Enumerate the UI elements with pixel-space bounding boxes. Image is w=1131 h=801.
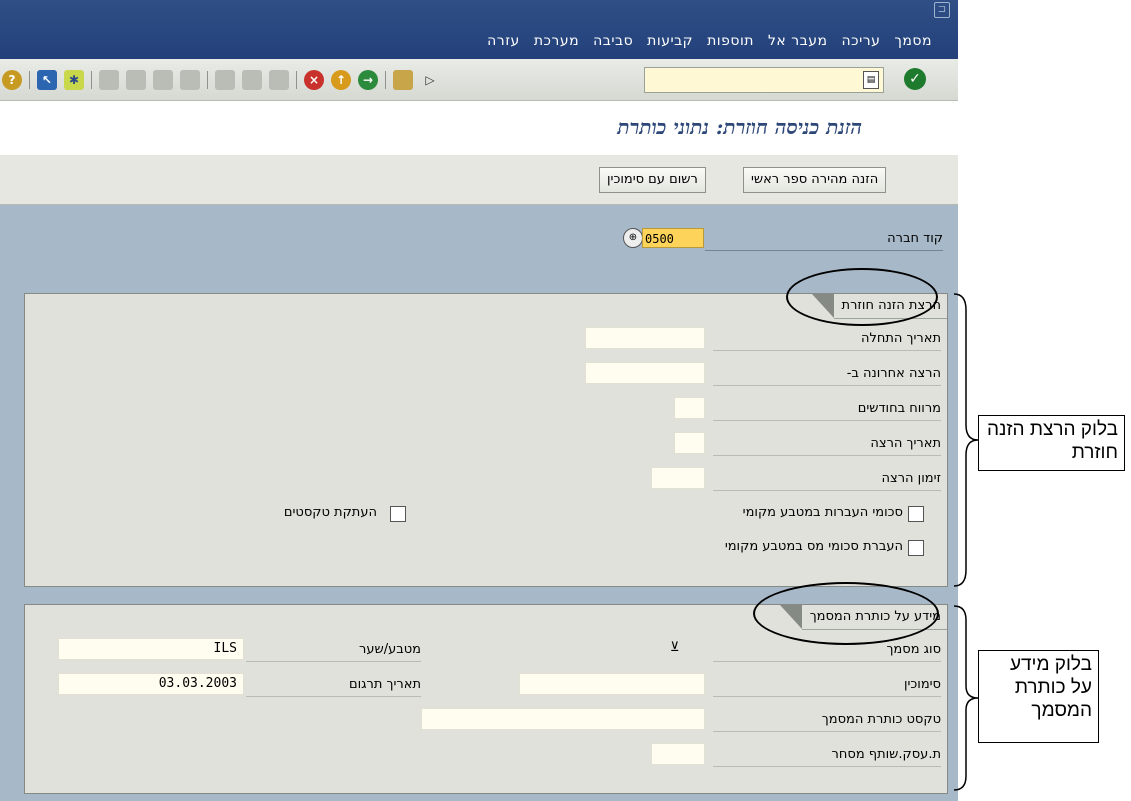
translation-date-input[interactable]: 03.03.2003: [58, 673, 244, 695]
interval-label: מרווח בחודשים: [713, 398, 941, 421]
command-field[interactable]: ▤: [644, 67, 884, 93]
toolbar-separator: [29, 71, 30, 89]
reference-label: סימוכין: [713, 674, 941, 697]
command-expand-icon[interactable]: ▷: [420, 70, 440, 90]
page-title: הזנת כניסה חוזרת: נתוני כותרת: [617, 115, 862, 139]
last-page-icon[interactable]: [99, 70, 119, 90]
last-run-label: הרצה אחרונה ב-: [713, 363, 941, 386]
title-bar: הזנת כניסה חוזרת: נתוני כותרת: [0, 101, 958, 155]
command-history-icon[interactable]: ▤: [863, 71, 879, 89]
standard-toolbar: ? ↖ ✱ × ↑ → ▷ ▤ ✓: [0, 59, 958, 101]
toolbar-separator: [296, 71, 297, 89]
toolbar-separator: [91, 71, 92, 89]
application-toolbar: הזנה מהירה ספר ראשי רשום עם סימוכין: [0, 155, 958, 205]
menu-items: מסמך עריכה מעבר אל תוספות קביעות סביבה מ…: [487, 33, 932, 49]
callout-recurring-block: בלוק הרצת הזנה חוזרת: [978, 415, 1125, 471]
annotation-oval-header: [753, 582, 939, 645]
next-page-icon[interactable]: [126, 70, 146, 90]
toolbar-icons: ? ↖ ✱ × ↑ → ▷: [2, 69, 440, 91]
first-page-icon[interactable]: [180, 70, 200, 90]
transfer-tax-checkbox[interactable]: [908, 540, 924, 556]
enter-icon[interactable]: ✓: [904, 68, 926, 90]
currency-label: מטבע/שער: [246, 639, 421, 662]
doc-header-text-label: טקסט כותרת המסמך: [713, 709, 941, 732]
menu-document[interactable]: מסמך: [894, 33, 932, 49]
currency-input[interactable]: ILS: [58, 638, 244, 660]
menu-environment[interactable]: סביבה: [593, 33, 633, 49]
help-icon[interactable]: ?: [2, 70, 22, 90]
menu-extras[interactable]: תוספות: [707, 33, 754, 49]
document-type-dropdown-icon[interactable]: ⊻: [670, 638, 705, 660]
window-menu-icon[interactable]: ⊐: [934, 2, 950, 18]
translation-date-label: תאריך תרגום: [246, 674, 421, 697]
fast-entry-button[interactable]: הזנה מהירה ספר ראשי: [743, 167, 887, 193]
find-next-icon[interactable]: [215, 70, 235, 90]
transfer-tax-label: העברת סכומי מס במטבע מקומי: [724, 539, 903, 554]
run-date-input[interactable]: [674, 432, 705, 454]
cancel-icon[interactable]: ×: [304, 70, 324, 90]
annotation-oval-recurring: [786, 268, 938, 326]
menu-goto[interactable]: מעבר אל: [768, 33, 828, 49]
reference-input[interactable]: [519, 673, 705, 695]
menu-system[interactable]: מערכת: [534, 33, 579, 49]
company-code-input[interactable]: 0500: [642, 228, 704, 248]
first-run-label: תאריך התחלה: [713, 328, 941, 351]
company-code-underline: [705, 250, 943, 251]
doc-header-text-input[interactable]: [421, 708, 705, 730]
previous-page-icon[interactable]: [153, 70, 173, 90]
exit-icon[interactable]: ↑: [331, 70, 351, 90]
toolbar-separator: [385, 71, 386, 89]
trading-partner-label: ת.עסק.שותף מסחר: [713, 744, 941, 767]
value-help-icon[interactable]: ⊕: [623, 228, 643, 248]
company-code-label: קוד חברה: [887, 231, 943, 246]
print-icon[interactable]: [269, 70, 289, 90]
toolbar-separator: [207, 71, 208, 89]
find-icon[interactable]: [242, 70, 262, 90]
transfer-amounts-label: סכומי העברות במטבע מקומי: [742, 505, 903, 520]
post-with-reference-button[interactable]: רשום עם סימוכין: [599, 167, 706, 193]
transfer-amounts-checkbox[interactable]: [908, 506, 924, 522]
back-icon[interactable]: →: [358, 70, 378, 90]
layout-menu-icon[interactable]: ✱: [64, 70, 84, 90]
menu-bar: ⊐ מסמך עריכה מעבר אל תוספות קביעות סביבה…: [0, 0, 958, 59]
last-run-input[interactable]: [585, 362, 705, 384]
copy-texts-label: העתקת טקסטים: [283, 505, 377, 520]
menu-edit[interactable]: עריכה: [842, 33, 881, 49]
sap-window: ⊐ מסמך עריכה מעבר אל תוספות קביעות סביבה…: [0, 0, 958, 801]
run-schedule-label: זימון הרצה: [713, 468, 941, 491]
callout-header-block: בלוק מידע על כותרת המסמך: [978, 650, 1099, 743]
trading-partner-input[interactable]: [651, 743, 705, 765]
recurring-run-group: הרצת הזנה חוזרת תאריך התחלה הרצה אחרונה …: [24, 293, 948, 587]
interval-input[interactable]: [674, 397, 705, 419]
save-icon[interactable]: [393, 70, 413, 90]
run-date-label: תאריך הרצה: [713, 433, 941, 456]
run-schedule-input[interactable]: [651, 467, 705, 489]
new-session-icon[interactable]: ↖: [37, 70, 57, 90]
menu-settings[interactable]: קביעות: [647, 33, 693, 49]
copy-texts-checkbox[interactable]: [390, 506, 406, 522]
first-run-input[interactable]: [585, 327, 705, 349]
menu-help[interactable]: עזרה: [487, 33, 520, 49]
